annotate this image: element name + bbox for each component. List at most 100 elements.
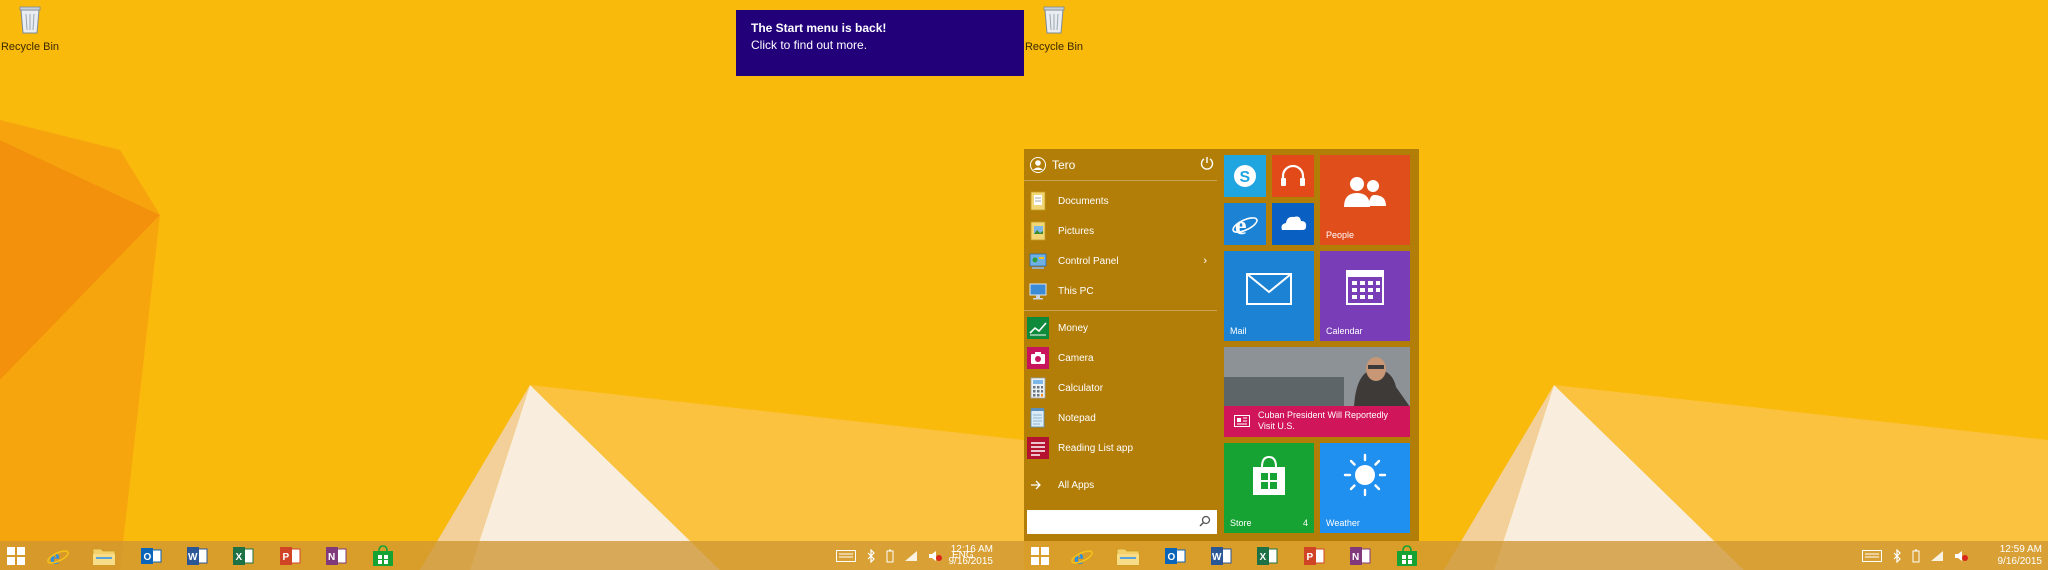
taskbar-internet-explorer[interactable]: e	[45, 543, 71, 568]
windows-logo-icon	[1031, 546, 1049, 565]
tile-news[interactable]: Cuban President Will Reportedly Visit U.…	[1224, 347, 1410, 437]
taskbar-onenote[interactable]: N	[323, 543, 349, 568]
network-icon[interactable]	[904, 550, 918, 562]
tile-label: Store	[1230, 518, 1252, 528]
menu-item-money[interactable]: Money	[1024, 314, 1217, 342]
power-icon[interactable]	[1199, 155, 1215, 171]
start-menu-user[interactable]: Tero	[1030, 157, 1075, 173]
network-icon[interactable]	[1930, 550, 1944, 562]
calendar-icon	[1346, 270, 1384, 305]
menu-item-calculator[interactable]: Calculator	[1024, 374, 1217, 402]
svg-text:P: P	[283, 552, 290, 563]
menu-item-label: Camera	[1058, 352, 1094, 364]
tile-store[interactable]: Store 4	[1224, 443, 1314, 533]
this-pc-icon	[1029, 283, 1047, 300]
svg-text:X: X	[236, 552, 243, 563]
recycle-bin-label: Recycle Bin	[1024, 41, 1084, 53]
start-search-box[interactable]	[1027, 510, 1217, 534]
control-panel-icon	[1029, 253, 1047, 269]
taskbar-word[interactable]: W	[184, 543, 210, 568]
taskbar-word[interactable]: W	[1208, 543, 1234, 568]
svg-text:W: W	[188, 552, 198, 563]
battery-icon[interactable]	[1912, 549, 1920, 563]
menu-item-pictures[interactable]: Pictures	[1024, 217, 1217, 245]
clock-time: 12:16 AM	[950, 544, 993, 555]
volume-icon[interactable]	[1954, 550, 1968, 562]
all-apps-label: All Apps	[1058, 479, 1095, 491]
search-input[interactable]	[1031, 510, 1195, 534]
money-icon	[1027, 317, 1049, 339]
user-avatar-icon	[1030, 157, 1046, 173]
recycle-bin-icon	[1043, 6, 1065, 34]
windows-logo-icon	[7, 546, 25, 565]
outlook-icon: O	[141, 547, 162, 564]
tile-weather[interactable]: Weather	[1320, 443, 1410, 533]
menu-item-reading-list[interactable]: Reading List app	[1024, 434, 1217, 462]
tile-label: People	[1326, 230, 1355, 240]
menu-item-control-panel[interactable]: Control Panel ›	[1024, 247, 1217, 275]
file-explorer-icon	[1116, 548, 1140, 565]
start-button[interactable]	[0, 541, 32, 570]
taskbar-file-explorer[interactable]	[1115, 543, 1141, 568]
bluetooth-icon[interactable]	[1892, 548, 1902, 563]
menu-item-camera[interactable]: Camera	[1024, 344, 1217, 372]
store-icon	[373, 544, 393, 566]
menu-item-notepad[interactable]: Notepad	[1024, 404, 1217, 432]
taskbar-excel[interactable]: X	[1254, 543, 1280, 568]
chevron-right-icon[interactable]: ›	[1203, 255, 1207, 267]
notification-body: Click to find out more.	[751, 38, 868, 52]
news-banner: Cuban President Will Reportedly Visit U.…	[1224, 406, 1410, 437]
taskbar-powerpoint[interactable]: P	[277, 543, 303, 568]
outlook-icon: O	[1165, 547, 1186, 564]
recycle-bin-icon	[19, 6, 41, 34]
system-tray-right	[1862, 541, 1968, 570]
tile-onedrive[interactable]	[1272, 203, 1314, 245]
recycle-bin[interactable]: Recycle Bin	[0, 0, 60, 53]
taskbar-store[interactable]	[370, 543, 396, 568]
taskbar-powerpoint[interactable]: P	[1301, 543, 1327, 568]
desktop-left: Recycle Bin The Start menu is back! Clic…	[0, 0, 1024, 570]
envelope-icon	[1246, 273, 1292, 305]
bluetooth-icon[interactable]	[866, 548, 876, 563]
tile-people[interactable]: People	[1320, 155, 1410, 245]
menu-item-label: This PC	[1058, 285, 1094, 297]
all-apps-button[interactable]: All Apps	[1024, 473, 1217, 497]
menu-item-label: Reading List app	[1058, 442, 1134, 454]
taskbar-outlook[interactable]: O	[1162, 543, 1188, 568]
keyboard-icon[interactable]	[1862, 549, 1882, 562]
internet-explorer-icon: e	[1071, 544, 1093, 568]
sun-icon	[1343, 453, 1387, 497]
taskbar-onenote[interactable]: N	[1347, 543, 1373, 568]
clock-right[interactable]: 12:59 AM 9/16/2015	[1984, 544, 2043, 568]
news-headline: Cuban President Will Reportedly Visit U.…	[1258, 410, 1389, 431]
start-menu: Tero Documents Pictures Control Panel › …	[1024, 149, 1419, 541]
tile-music[interactable]	[1272, 155, 1314, 197]
tile-label: Mail	[1230, 326, 1247, 336]
tile-label: Weather	[1326, 518, 1360, 528]
start-menu-notification[interactable]: The Start menu is back! Click to find ou…	[736, 10, 1024, 76]
skype-icon: S	[1234, 165, 1256, 187]
taskbar-store[interactable]	[1394, 543, 1420, 568]
taskbar-internet-explorer[interactable]: e	[1069, 543, 1095, 568]
start-button[interactable]	[1024, 541, 1056, 570]
menu-item-documents[interactable]: Documents	[1024, 187, 1217, 215]
menu-item-label: Control Panel	[1058, 255, 1119, 267]
menu-item-this-pc[interactable]: This PC	[1024, 277, 1217, 305]
tile-calendar[interactable]: Calendar	[1320, 251, 1410, 341]
taskbar-outlook[interactable]: O	[138, 543, 164, 568]
recycle-bin-right[interactable]: Recycle Bin	[1024, 0, 1084, 53]
svg-text:W: W	[1212, 552, 1222, 563]
documents-folder-icon	[1030, 191, 1046, 211]
clock-left[interactable]: 12:16 AM 9/16/2015	[933, 544, 994, 568]
menu-item-label: Documents	[1058, 195, 1109, 207]
taskbar-excel[interactable]: X	[230, 543, 256, 568]
word-icon: W	[187, 546, 208, 565]
tile-skype[interactable]: S	[1224, 155, 1266, 197]
keyboard-icon[interactable]	[836, 549, 856, 562]
tile-mail[interactable]: Mail	[1224, 251, 1314, 341]
tile-internet-explorer[interactable]: e	[1224, 203, 1266, 245]
search-icon[interactable]	[1199, 515, 1211, 527]
svg-text:O: O	[144, 552, 152, 563]
taskbar-file-explorer[interactable]	[91, 543, 117, 568]
battery-icon[interactable]	[886, 549, 894, 563]
